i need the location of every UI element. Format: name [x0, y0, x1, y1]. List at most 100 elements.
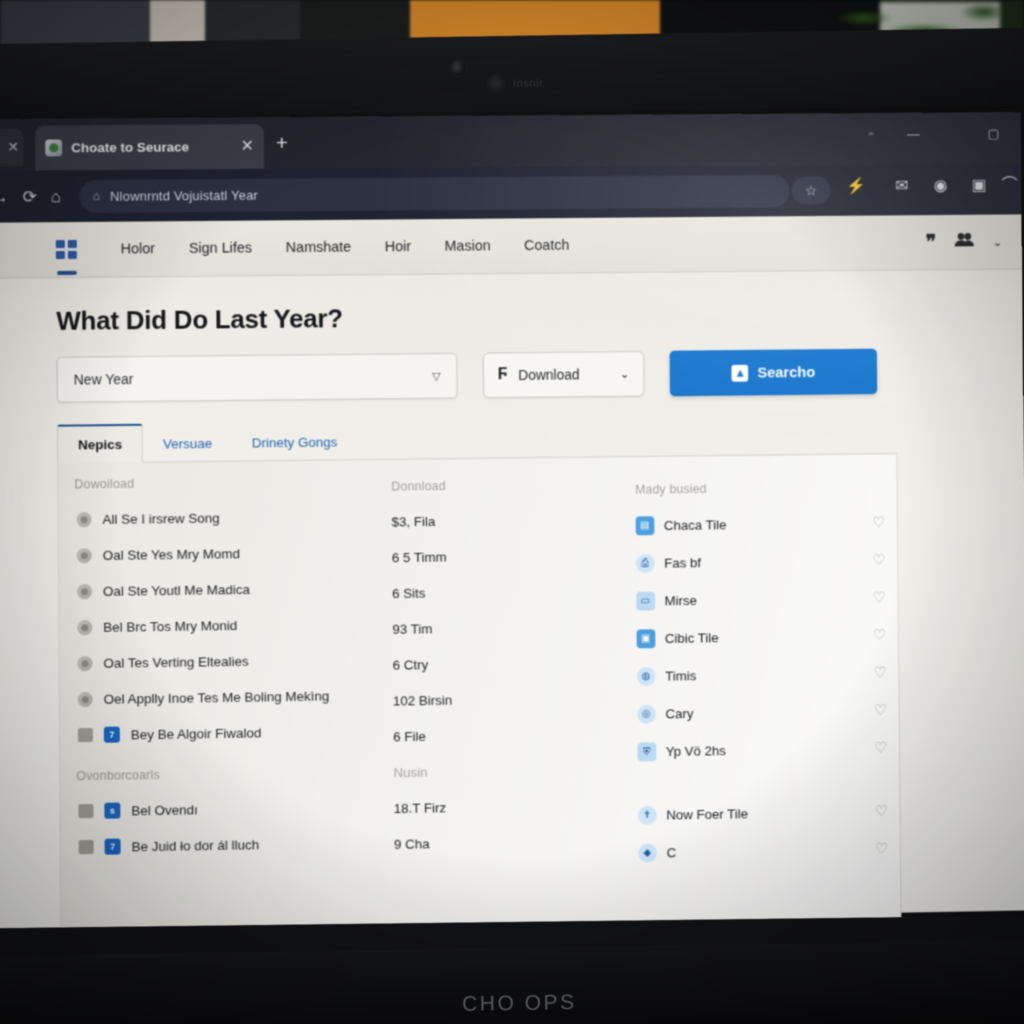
tab-close-icon[interactable]: ✕ [241, 139, 254, 155]
list-item[interactable]: ⛨ Yp Vö 2hs ♡ [637, 729, 899, 771]
list-item[interactable]: ◍ Timis ♡ [636, 654, 898, 695]
navbar-actions: ❞ ⌄ [925, 215, 1002, 271]
favorite-heart-icon[interactable]: ♡ [874, 740, 887, 755]
favorite-heart-icon[interactable]: ♡ [875, 804, 888, 819]
column-left-subheading: Ovonborcoarls [76, 765, 377, 784]
list-item-label: Now Foer Tile [666, 806, 748, 822]
list-item[interactable]: ▣ Cibic Tile ♡ [636, 616, 898, 657]
coke-extension-icon[interactable]: ▣ [972, 178, 987, 194]
tab-nepics[interactable]: Nepics [57, 424, 143, 464]
favorite-heart-icon[interactable]: ♡ [873, 628, 886, 643]
photo-scene: Insnir ade ✕ Choate to Seurace ✕ + ◓ [0, 0, 1024, 1024]
home-icon[interactable]: ⌂ [51, 188, 61, 205]
value-text: $3, Fila [392, 513, 436, 528]
shield-icon: ⛨ [637, 742, 656, 761]
list-item[interactable]: ◆ C ♡ [638, 830, 900, 872]
list-item[interactable]: Oal Ste Yes Mry Momd [75, 534, 376, 574]
list-item[interactable]: ▤ Chaca Tile ♡ [635, 503, 897, 544]
window-minimize-button[interactable]: — [907, 127, 920, 142]
window-tile-icon: ▣ [636, 629, 655, 648]
laptop-bottom-bezel: CHO OPS [0, 940, 1024, 1024]
square-blue-icon: 7 [104, 727, 120, 743]
value-row: $3, Fila [391, 501, 621, 540]
chevron-down-icon: ▽ [432, 369, 440, 382]
square-blue-icon: s [104, 803, 120, 819]
list-item[interactable]: 7 Be Juid ło dor ál lluch [77, 824, 379, 865]
list-item-label: Be Juid ło dor ál lluch [131, 837, 259, 854]
gray-badge-icon [79, 840, 94, 854]
site-info-icon[interactable]: ⌂ [93, 189, 100, 203]
column-middle-subheading-row: Nusin [393, 751, 623, 790]
quote-icon[interactable]: ❞ [926, 233, 937, 253]
nav-item-namshate[interactable]: Namshate [269, 239, 368, 256]
list-item-label: All Se I irsrew Song [102, 510, 219, 526]
tab-partial-close-icon[interactable]: ✕ [7, 139, 19, 156]
circle-record-icon[interactable]: ◉ [934, 179, 948, 195]
results-panel: Dowoiload All Se I irsrew Song Oal Ste Y… [57, 454, 901, 928]
bookmark-star-icon[interactable]: ☆ [791, 176, 830, 204]
window-maximize-button[interactable]: ▢ [987, 126, 999, 142]
favorite-heart-icon[interactable]: ♡ [872, 552, 885, 567]
list-item[interactable]: s Bel Ovendı [76, 788, 378, 829]
list-item[interactable]: ✝ Now Foer Tile ♡ [638, 792, 900, 834]
nav-item-holor[interactable]: Holor [104, 241, 172, 258]
list-item[interactable]: 7 Bey Be Algoir Fiwalod [76, 713, 378, 753]
favorite-heart-icon[interactable]: ♡ [872, 515, 885, 530]
favorite-heart-icon[interactable]: ♡ [875, 841, 888, 856]
webcam-icon [451, 61, 466, 76]
address-bar[interactable]: ⌂ Nlownrntd Vojuistatl Year [79, 174, 789, 212]
tab-favicon-icon [45, 139, 62, 156]
site-logo-icon[interactable] [56, 239, 78, 259]
laptop-screen: ade ✕ Choate to Seurace ✕ + ◓ — ▢ → ⟳ [0, 106, 1024, 929]
window-ghost-icon[interactable]: ◓ [867, 127, 875, 142]
column-right-heading: Mady busied [635, 480, 897, 497]
list-item[interactable]: ▭ Mirse ♡ [636, 578, 898, 619]
favorite-heart-icon[interactable]: ♡ [873, 590, 886, 605]
nav-item-coatch[interactable]: Coatch [507, 237, 586, 254]
nav-item-hoir[interactable]: Hoir [368, 239, 428, 255]
value-row: 6 File [393, 715, 623, 754]
value-row: 6 Ctry [393, 644, 623, 683]
reload-icon[interactable]: ⟳ [23, 188, 37, 205]
value-text: 9 Cha [394, 836, 430, 852]
favorite-heart-icon[interactable]: ♡ [873, 665, 886, 680]
value-text: 18.T Firz [394, 800, 447, 816]
list-item[interactable]: ◎ Cary ♡ [637, 691, 899, 733]
filter-select[interactable]: New Year ▽ [57, 353, 458, 403]
nav-item-sign-lifes[interactable]: Sign Lifes [172, 240, 269, 257]
list-item-label: Oel Applly Inoe Tes Me Boling Mekìng [104, 688, 330, 706]
list-item[interactable]: Oal Ste Youtl Me Madica [75, 569, 376, 609]
value-text: 102 Birsin [393, 692, 452, 708]
mail-icon[interactable]: ✉ [895, 179, 908, 195]
square-blue-icon: 7 [105, 839, 121, 855]
split-screen-icon[interactable]: ⚡ [846, 179, 866, 195]
chevron-down-icon[interactable]: ⌄ [993, 235, 1003, 249]
new-tab-button[interactable]: + [276, 133, 288, 154]
forward-icon[interactable]: → [0, 188, 9, 205]
list-item[interactable]: ⎙ Fas bf ♡ [636, 541, 898, 582]
value-row: 102 Birsin [393, 679, 623, 718]
favorite-heart-icon[interactable]: ♡ [874, 703, 887, 718]
monitor-icon: ▭ [636, 591, 655, 610]
search-button[interactable]: ▲ Searcho [670, 349, 878, 397]
list-item[interactable]: Oal Tes Verting Eltealies [75, 641, 377, 681]
tab-active[interactable]: Choate to Seurace ✕ [35, 124, 264, 170]
search-controls: New Year ▽ Ϝ Download ⌄ ▲ Searcho [57, 347, 1024, 403]
list-item-label: Bey Be Algoir Fiwalod [131, 725, 262, 742]
search-glyph-icon: ▲ [732, 364, 749, 381]
profile-arc-icon[interactable]: ⌒ [1002, 178, 1018, 194]
value-text: 6 Sits [392, 585, 425, 600]
nav-item-masion[interactable]: Masion [428, 238, 508, 255]
list-item[interactable]: All Se I irsrew Song [74, 498, 375, 538]
value-row: 6 5 Timm [392, 536, 622, 575]
tab-active-title: Choate to Seurace [71, 139, 232, 155]
value-row: 6 Sits [392, 572, 622, 611]
download-dropdown[interactable]: Ϝ Download ⌄ [483, 351, 645, 398]
people-icon[interactable] [954, 232, 976, 252]
tab-drinety-gongs[interactable]: Drinety Gongs [232, 423, 357, 460]
list-item[interactable]: Oel Applly Inoe Tes Me Boling Mekìng [76, 677, 378, 717]
list-item[interactable]: Bel Brc Tos Mry Monid [75, 605, 376, 645]
circle-bullet-icon [77, 584, 92, 599]
tab-versuae[interactable]: Versuae [143, 425, 232, 462]
column-middle-heading: Donnload [391, 477, 621, 494]
